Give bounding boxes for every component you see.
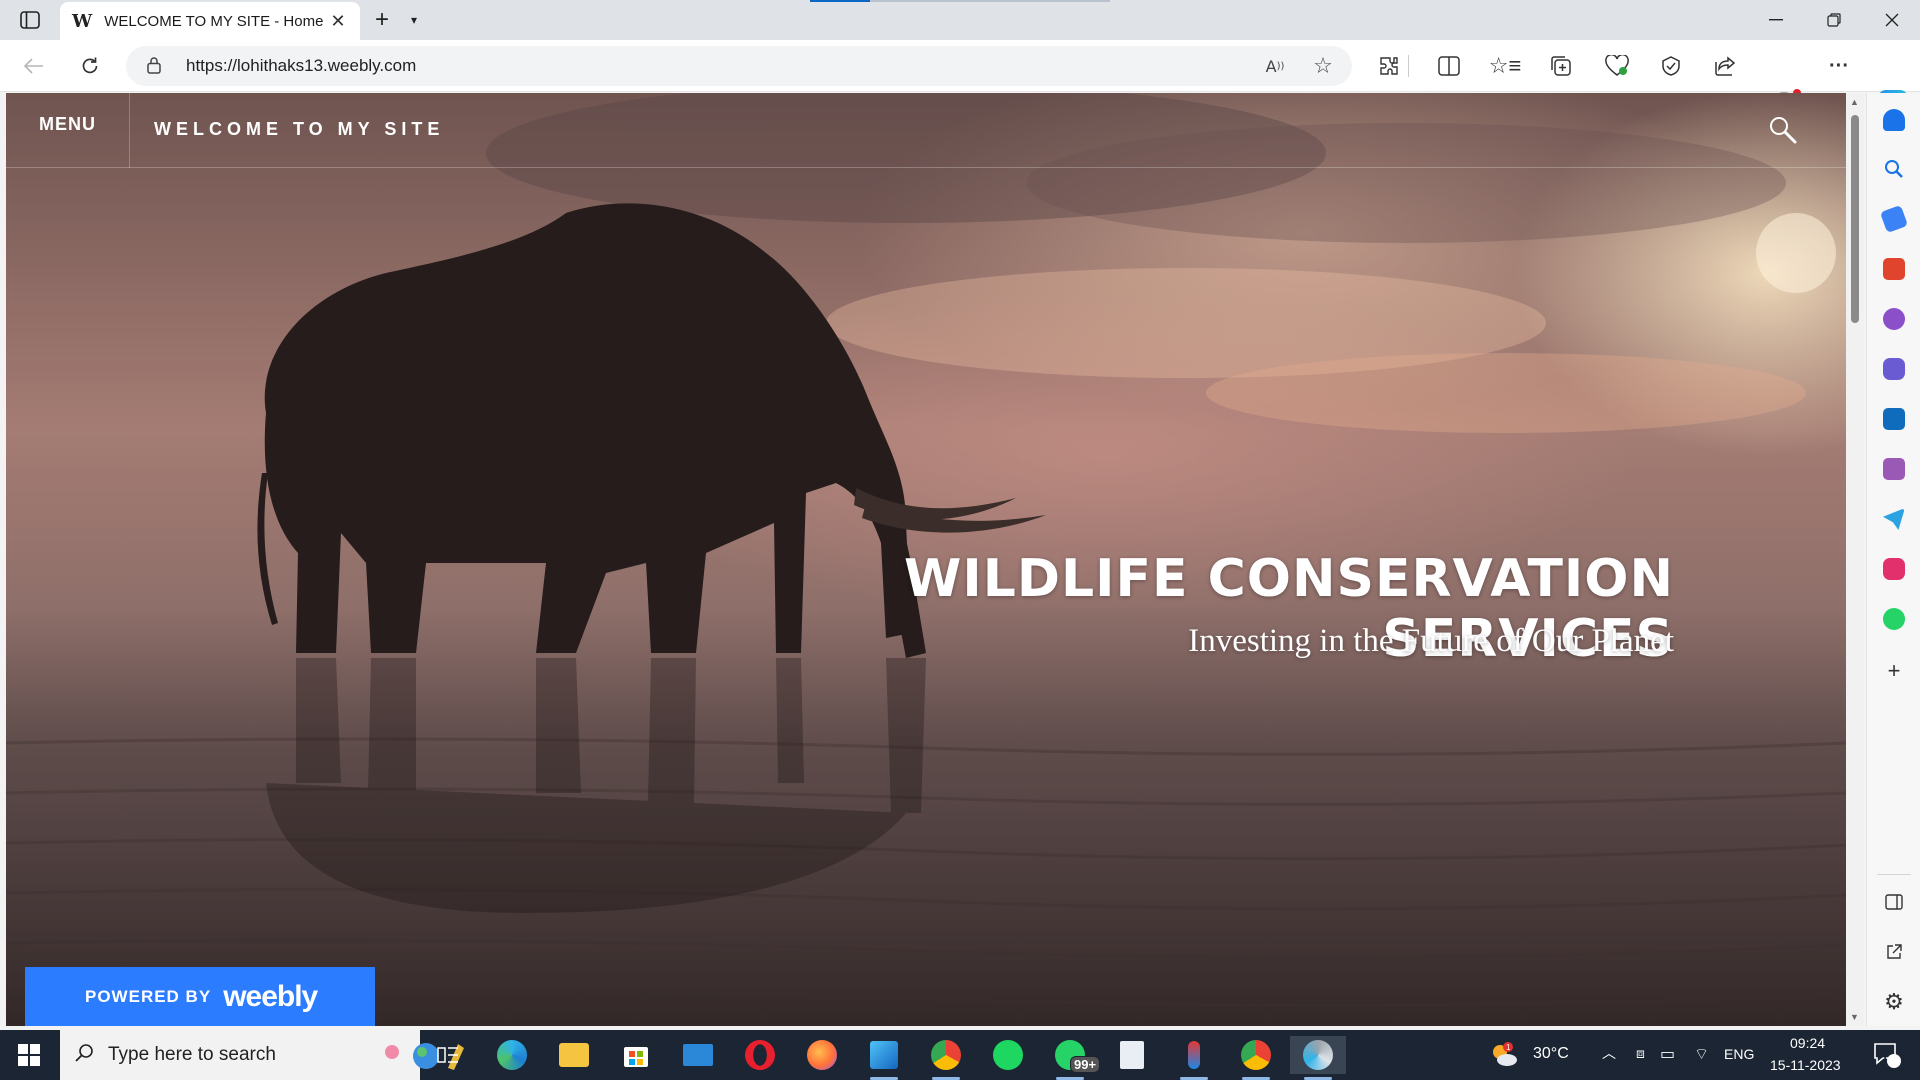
favorites-icon[interactable]: ☆≡	[1489, 52, 1522, 80]
file-explorer-icon[interactable]	[546, 1036, 602, 1074]
page-progress	[810, 0, 870, 2]
designer-icon[interactable]	[1883, 458, 1905, 480]
meet-now-icon[interactable]: ⧈	[1636, 1045, 1645, 1062]
weebly-favicon-icon: W	[72, 10, 93, 32]
share-icon[interactable]	[1710, 52, 1740, 80]
page-viewport: MENU WELCOME TO MY SITE WILDLIFE CONSERV…	[6, 93, 1846, 1026]
settings-icon[interactable]: ⚙	[1881, 989, 1907, 1014]
whatsapp-icon[interactable]	[1883, 608, 1905, 630]
notification-count: 2	[1880, 1053, 1887, 1067]
read-aloud-icon[interactable]: A))	[1262, 54, 1288, 78]
tab-actions-icon[interactable]	[16, 8, 44, 32]
edge-sidebar: + ⚙	[1866, 93, 1920, 1026]
menu-label: MENU	[39, 114, 96, 134]
windows-start-icon[interactable]	[0, 1030, 58, 1080]
notes-icon[interactable]	[1104, 1036, 1160, 1074]
site-menu-button[interactable]: MENU	[6, 93, 130, 168]
search-icon[interactable]	[1768, 115, 1798, 145]
wifi-icon[interactable]: ⌔	[1694, 1044, 1709, 1064]
toolbox-icon[interactable]	[1883, 258, 1905, 280]
scroll-down-icon[interactable]: ▼	[1850, 1012, 1859, 1022]
language-indicator[interactable]: ENG	[1724, 1046, 1754, 1062]
page-scrollbar[interactable]: ▲ ▼	[1846, 93, 1864, 1026]
favorite-star-icon[interactable]: ☆	[1310, 53, 1336, 78]
split-screen-icon[interactable]	[1881, 890, 1907, 914]
taskbar-search-box[interactable]: Type here to search	[60, 1030, 464, 1080]
svg-text:1: 1	[1506, 1043, 1511, 1052]
refresh-button[interactable]	[74, 50, 106, 82]
edge-icon[interactable]	[484, 1036, 540, 1074]
new-tab-button[interactable]: +	[368, 6, 396, 34]
site-navbar: MENU WELCOME TO MY SITE	[6, 93, 1846, 168]
clock-time[interactable]: 09:24	[1790, 1035, 1825, 1051]
split-screen-icon[interactable]	[1434, 52, 1464, 80]
close-window-button[interactable]	[1864, 0, 1920, 40]
site-title[interactable]: WELCOME TO MY SITE	[154, 119, 444, 140]
instagram-icon[interactable]	[1883, 558, 1905, 580]
lock-icon[interactable]	[146, 56, 162, 79]
extensions-icon[interactable]	[1374, 52, 1404, 80]
minimize-button[interactable]	[1748, 0, 1804, 40]
firefox-icon[interactable]	[794, 1036, 850, 1074]
address-bar[interactable]: https://lohithaks13.weebly.com A)) ☆	[126, 46, 1352, 86]
battery-icon[interactable]: ▭	[1660, 1044, 1675, 1064]
scroll-thumb[interactable]	[1851, 115, 1859, 323]
games-icon[interactable]	[1883, 308, 1905, 330]
powered-by-label: POWERED BY	[85, 986, 212, 1006]
page-progress-track	[870, 0, 1110, 2]
tab-title: WELCOME TO MY SITE - Home	[104, 12, 324, 30]
search-icon[interactable]	[1881, 157, 1907, 181]
windows-taskbar: Type here to search 99+ 1 30°C ︿ ⧈ ▭ ⌔ E…	[0, 1030, 1920, 1080]
chevron-down-icon[interactable]: ▾	[404, 9, 424, 31]
url-text: https://lohithaks13.weebly.com	[186, 56, 417, 75]
more-options-icon[interactable]: ···	[1824, 52, 1854, 80]
search-icon	[74, 1043, 94, 1068]
collections-icon[interactable]	[1546, 52, 1576, 80]
mail-icon[interactable]	[670, 1036, 726, 1074]
hero-subheadline: Investing in the Future of Our Planet	[1188, 623, 1674, 659]
weather-temperature[interactable]: 30°C	[1533, 1045, 1569, 1063]
powered-by-weebly-banner[interactable]: POWERED BY weebly	[25, 967, 375, 1026]
telegram-icon[interactable]	[1883, 508, 1905, 530]
spotify-icon[interactable]	[980, 1036, 1036, 1074]
weebly-logo: weebly	[223, 979, 318, 1013]
title-bar: W WELCOME TO MY SITE - Home ✕ + ▾	[0, 0, 1920, 40]
sidebar-divider	[1877, 874, 1911, 875]
chrome-icon[interactable]	[918, 1036, 974, 1080]
edge-active-icon[interactable]	[1290, 1036, 1346, 1080]
paint-icon[interactable]	[1166, 1036, 1222, 1080]
clock-date[interactable]: 15-11-2023	[1770, 1057, 1841, 1073]
task-view-icon[interactable]	[420, 1036, 476, 1074]
bell-icon[interactable]	[1883, 109, 1905, 131]
outlook-icon[interactable]	[1883, 408, 1905, 430]
whatsapp-unread-badge: 99+	[1070, 1056, 1101, 1073]
notification-center-icon[interactable]	[1862, 1036, 1912, 1074]
scroll-up-icon[interactable]: ▲	[1850, 97, 1859, 107]
office-icon[interactable]	[1883, 358, 1905, 380]
tab-close-icon[interactable]: ✕	[328, 11, 348, 32]
opera-icon[interactable]	[732, 1036, 788, 1074]
toolbar-divider	[1404, 52, 1414, 80]
back-button[interactable]	[18, 50, 50, 82]
browser-essentials-icon[interactable]	[1602, 52, 1632, 80]
performance-icon[interactable]	[1656, 52, 1686, 80]
browser-tab-active[interactable]: W WELCOME TO MY SITE - Home ✕	[60, 2, 360, 40]
taskbar-search-placeholder: Type here to search	[108, 1044, 276, 1065]
tag-icon[interactable]	[1879, 204, 1909, 234]
add-icon[interactable]: +	[1881, 658, 1907, 683]
open-external-icon[interactable]	[1881, 940, 1907, 964]
store-icon[interactable]	[608, 1036, 664, 1074]
browser-toolbar: https://lohithaks13.weebly.com A)) ☆ ☆≡ …	[0, 40, 1920, 120]
restore-button[interactable]	[1806, 0, 1862, 40]
chevron-up-icon[interactable]: ︿	[1602, 1043, 1616, 1063]
photos-icon[interactable]	[856, 1036, 912, 1080]
weather-icon[interactable]: 1	[1484, 1036, 1524, 1074]
chrome-profile-icon[interactable]	[1228, 1036, 1284, 1080]
